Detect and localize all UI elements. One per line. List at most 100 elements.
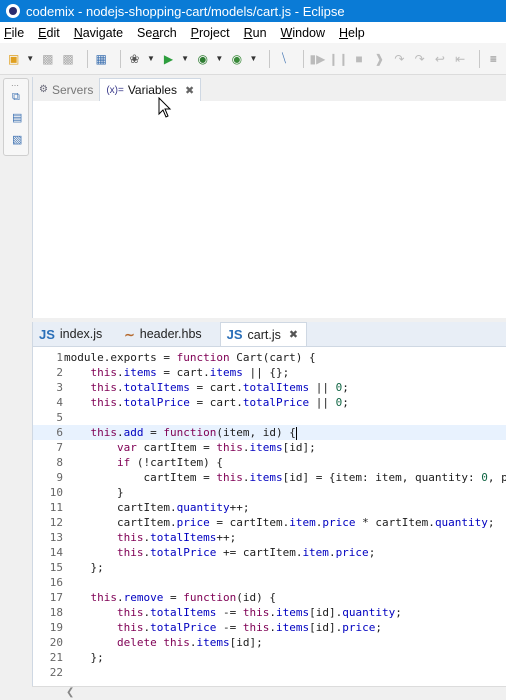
chevron-down-icon[interactable]: ▼: [26, 51, 34, 67]
step-return-icon[interactable]: ↩: [432, 51, 447, 67]
chevron-down-icon[interactable]: ▼: [147, 51, 155, 67]
code-line[interactable]: 12 cartItem.price = cartItem.item.price …: [33, 515, 506, 530]
handlebars-file-icon: ∼: [124, 327, 135, 342]
resume-icon[interactable]: ▮▶: [310, 51, 326, 67]
terminate-icon[interactable]: ■: [351, 51, 366, 67]
scroll-left-icon[interactable]: ❮: [66, 687, 74, 698]
code-text: };: [64, 651, 104, 664]
line-number: 16: [49, 576, 63, 589]
restore-icon[interactable]: ⧉: [12, 91, 26, 105]
variables-view-panel: ⚙ Servers (x)= Variables ✖: [32, 77, 506, 318]
console-view-icon[interactable]: ▧: [12, 133, 26, 147]
menu-help[interactable]: Help: [339, 26, 365, 40]
debug-icon[interactable]: ❀: [127, 51, 142, 67]
code-line[interactable]: 9 cartItem = this.items[id] = {item: ite…: [33, 470, 506, 485]
code-text-area[interactable]: 1 module.exports = function Cart(cart) {2…: [33, 350, 506, 682]
code-text: var cartItem = this.items[id];: [116, 441, 316, 454]
close-icon[interactable]: ✖: [289, 328, 298, 341]
chevron-down-icon[interactable]: ▼: [181, 51, 189, 67]
tab-label: Servers: [51, 82, 94, 97]
code-text: this.totalPrice -= this.items[id].price;: [116, 621, 382, 634]
menu-edit[interactable]: Edit: [38, 26, 60, 40]
drop-to-frame-icon[interactable]: ⇤: [453, 51, 468, 67]
tab-cart-js[interactable]: JS cart.js ✖: [219, 322, 308, 346]
run-icon[interactable]: ▶: [161, 51, 176, 67]
disconnect-icon[interactable]: ❱: [372, 51, 387, 67]
code-line[interactable]: 2 this.items = cart.items || {};: [33, 365, 506, 380]
run-last-icon[interactable]: ◉: [195, 51, 210, 67]
line-number: 21: [49, 651, 63, 664]
tab-label: Variables: [127, 83, 177, 97]
outline-view-icon[interactable]: ▤: [12, 111, 26, 125]
code-text: cartItem = this.items[id] = {item: item,…: [64, 471, 506, 484]
code-line[interactable]: 15 };: [33, 560, 506, 575]
tab-servers[interactable]: ⚙ Servers: [33, 78, 99, 101]
line-number: 10: [49, 486, 63, 499]
terminal-icon[interactable]: ▦: [94, 51, 109, 67]
line-number: 22: [49, 666, 63, 679]
code-line[interactable]: 18 this.totalItems -= this.items[id].qua…: [33, 605, 506, 620]
code-line[interactable]: 20 delete this.items[id];: [33, 635, 506, 650]
code-line[interactable]: 16: [33, 575, 506, 590]
save-icon[interactable]: ▩: [40, 51, 55, 67]
code-line[interactable]: 13 this.totalItems++;: [33, 530, 506, 545]
minimized-view-stack: ⋯ ⧉ ▤ ▧: [3, 78, 29, 156]
code-line[interactable]: 17 this.remove = function(id) {: [33, 590, 506, 605]
suspend-icon[interactable]: ❙❙: [328, 51, 348, 67]
menu-project[interactable]: Project: [191, 26, 230, 40]
code-text: this.add = function(item, id) {: [90, 426, 297, 440]
close-icon[interactable]: ✖: [185, 84, 194, 97]
chevron-down-icon[interactable]: ▼: [249, 51, 257, 67]
menu-navigate[interactable]: Navigate: [74, 26, 123, 40]
tab-index-js[interactable]: JS index.js: [33, 322, 110, 346]
menu-file[interactable]: File: [4, 26, 24, 40]
code-line[interactable]: 14 this.totalPrice += cartItem.item.pric…: [33, 545, 506, 560]
external-tools-icon[interactable]: ◉: [229, 51, 244, 67]
step-over-icon[interactable]: ↷: [412, 51, 427, 67]
code-text: module.exports = function Cart(cart) {: [64, 351, 316, 364]
code-line[interactable]: 22: [33, 665, 506, 680]
line-number: 15: [49, 561, 63, 574]
line-number: 5: [56, 411, 63, 424]
code-line[interactable]: 21 };: [33, 650, 506, 665]
code-editor: JS index.js ∼ header.hbs JS cart.js ✖ 1m…: [32, 322, 506, 700]
tab-variables[interactable]: (x)= Variables ✖: [99, 78, 202, 101]
code-line[interactable]: 5: [33, 410, 506, 425]
menu-search[interactable]: Search: [137, 26, 177, 40]
line-number: 6: [56, 426, 63, 439]
menu-run[interactable]: Run: [244, 26, 267, 40]
menu-window[interactable]: Window: [281, 26, 325, 40]
tab-header-hbs[interactable]: ∼ header.hbs: [110, 322, 209, 346]
code-line[interactable]: 8 if (!cartItem) {: [33, 455, 506, 470]
code-text: }: [64, 486, 124, 499]
line-number: 4: [56, 396, 63, 409]
code-line[interactable]: 6 this.add = function(item, id) {: [33, 425, 506, 440]
horizontal-scrollbar[interactable]: ❮: [32, 686, 506, 700]
code-line[interactable]: 1 module.exports = function Cart(cart) {: [33, 350, 506, 365]
code-line[interactable]: 23 this.getItems = function() {: [33, 680, 506, 682]
line-number: 8: [56, 456, 63, 469]
toolbar-separator: [119, 49, 121, 68]
code-text: this.totalPrice = cart.totalPrice || 0;: [90, 396, 349, 409]
code-line[interactable]: 4 this.totalPrice = cart.totalPrice || 0…: [33, 395, 506, 410]
new-icon[interactable]: ▣: [6, 51, 21, 67]
code-line[interactable]: 3 this.totalItems = cart.totalItems || 0…: [33, 380, 506, 395]
save-all-icon[interactable]: ▩: [60, 51, 75, 67]
line-number: 18: [49, 606, 63, 619]
line-number: 14: [49, 546, 63, 559]
toolbar-separator: [86, 49, 88, 68]
code-line[interactable]: 7 var cartItem = this.items[id];: [33, 440, 506, 455]
chevron-down-icon[interactable]: ▼: [215, 51, 223, 67]
code-text: this.totalPrice += cartItem.item.price;: [116, 546, 376, 559]
use-step-filters-icon[interactable]: ≡: [486, 51, 501, 67]
code-line[interactable]: 11 cartItem.quantity++;: [33, 500, 506, 515]
step-into-icon[interactable]: ↷: [392, 51, 407, 67]
skip-breakpoints-icon[interactable]: ⧹: [276, 51, 291, 67]
code-text: if (!cartItem) {: [116, 456, 223, 469]
code-line[interactable]: 10 }: [33, 485, 506, 500]
variables-icon: (x)=: [106, 84, 124, 96]
tab-label: cart.js: [247, 327, 281, 342]
code-line[interactable]: 19 this.totalPrice -= this.items[id].pri…: [33, 620, 506, 635]
code-text: cartItem.quantity++;: [64, 501, 250, 514]
drag-handle-icon[interactable]: ⋯: [11, 81, 20, 90]
